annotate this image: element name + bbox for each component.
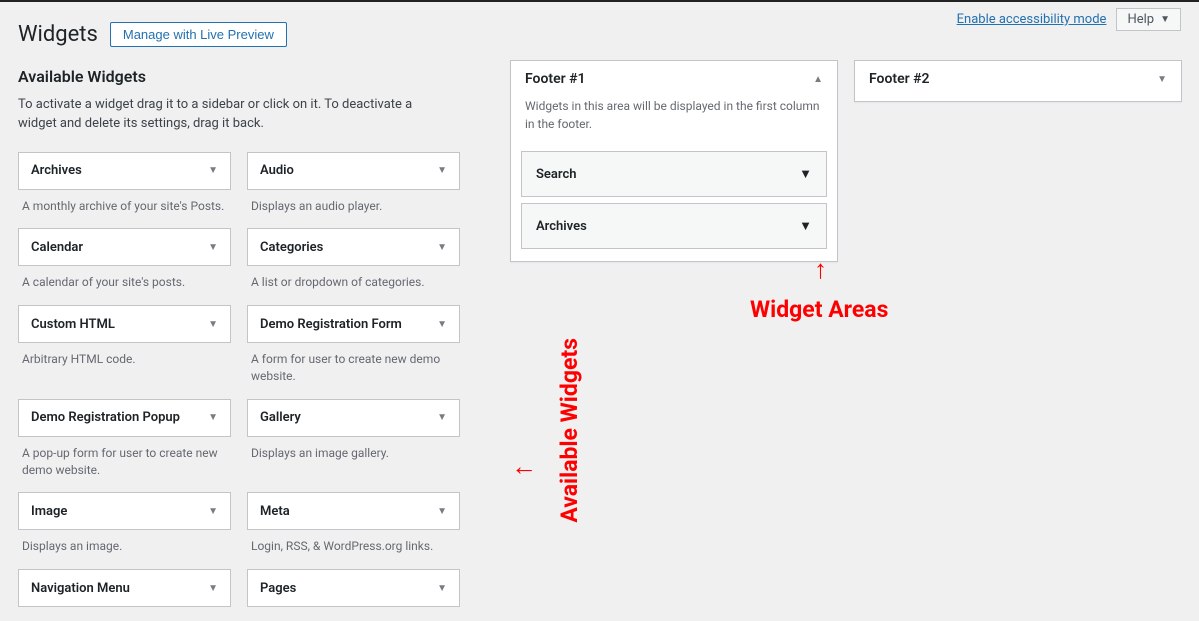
placed-widget-search[interactable]: Search ▼ <box>521 151 827 197</box>
chevron-down-icon: ▼ <box>437 242 447 253</box>
widget-name: Image <box>31 504 67 519</box>
widget-tile-calendar[interactable]: Calendar ▼ <box>18 228 231 266</box>
chevron-down-icon: ▼ <box>799 218 812 234</box>
chevron-down-icon: ▼ <box>1157 74 1167 85</box>
widget-name: Categories <box>260 240 323 255</box>
annotation-arrow-left-icon: ← <box>511 454 537 480</box>
widget-tile-custom-html[interactable]: Custom HTML ▼ <box>18 305 231 343</box>
widget-name: Demo Registration Popup <box>31 410 180 425</box>
screen-meta-links: Enable accessibility mode Help ▼ <box>957 8 1181 31</box>
widget-description: Displays an image gallery. <box>247 437 460 462</box>
widget-name: Archives <box>31 163 82 178</box>
widget-name: Custom HTML <box>31 317 115 332</box>
help-label: Help <box>1127 12 1154 27</box>
available-widgets-grid: Archives ▼ A monthly archive of your sit… <box>18 152 460 621</box>
widget-name: Pages <box>260 581 296 596</box>
chevron-down-icon: ▼ <box>208 242 218 253</box>
available-widgets-panel: Available Widgets To activate a widget d… <box>18 67 460 621</box>
widget-name: Gallery <box>260 410 301 425</box>
chevron-down-icon: ▼ <box>208 412 218 423</box>
widget-description: Displays an image. <box>18 530 231 555</box>
widget-description: Arbitrary HTML code. <box>18 343 231 368</box>
widget-tile-gallery[interactable]: Gallery ▼ <box>247 399 460 437</box>
page-title: Widgets <box>18 22 98 47</box>
widget-description: Displays an audio player. <box>247 190 460 215</box>
widget-tile-demo-registration-popup[interactable]: Demo Registration Popup ▼ <box>18 399 231 437</box>
chevron-down-icon: ▼ <box>208 165 218 176</box>
chevron-down-icon: ▼ <box>799 166 812 182</box>
widget-tile-audio[interactable]: Audio ▼ <box>247 152 460 190</box>
widget-area-footer-1: Footer #1 ▲ Widgets in this area will be… <box>510 60 838 262</box>
widget-name: Meta <box>260 504 290 519</box>
widget-area-items: Search ▼ Archives ▼ <box>511 151 837 261</box>
placed-widget-label: Search <box>536 167 577 182</box>
chevron-down-icon: ▼ <box>208 583 218 594</box>
chevron-down-icon: ▼ <box>437 165 447 176</box>
widget-area-title: Footer #2 <box>869 71 930 87</box>
widget-area-header[interactable]: Footer #2 ▼ <box>855 61 1181 97</box>
widget-description: Login, RSS, & WordPress.org links. <box>247 530 460 555</box>
page-header: Widgets Manage with Live Preview <box>18 22 287 47</box>
widget-tile-navigation-menu[interactable]: Navigation Menu ▼ <box>18 569 231 607</box>
widget-tile-pages[interactable]: Pages ▼ <box>247 569 460 607</box>
widget-name: Calendar <box>31 240 83 255</box>
placed-widget-label: Archives <box>536 219 587 234</box>
widget-name: Navigation Menu <box>31 581 130 596</box>
widget-tile-meta[interactable]: Meta ▼ <box>247 492 460 530</box>
chevron-down-icon: ▼ <box>208 506 218 517</box>
chevron-down-icon: ▼ <box>437 506 447 517</box>
chevron-up-icon: ▲ <box>813 74 823 85</box>
widget-description: A form for user to create new demo websi… <box>247 343 460 385</box>
widget-tile-categories[interactable]: Categories ▼ <box>247 228 460 266</box>
widget-description: A pop-up form for user to create new dem… <box>18 437 231 479</box>
widget-areas-region: Footer #1 ▲ Widgets in this area will be… <box>510 60 1182 262</box>
widget-description: A monthly archive of your site's Posts. <box>18 190 231 215</box>
widget-tile-archives[interactable]: Archives ▼ <box>18 152 231 190</box>
widget-description: A calendar of your site's posts. <box>18 266 231 291</box>
widget-name: Audio <box>260 163 294 178</box>
widget-area-description: Widgets in this area will be displayed i… <box>511 97 837 145</box>
accessibility-mode-link[interactable]: Enable accessibility mode <box>957 12 1107 27</box>
chevron-down-icon: ▼ <box>437 319 447 330</box>
widget-area-header[interactable]: Footer #1 ▲ <box>511 61 837 97</box>
widget-description: A list or dropdown of categories. <box>247 266 460 291</box>
available-widgets-help-text: To activate a widget drag it to a sideba… <box>18 96 438 134</box>
chevron-down-icon: ▼ <box>437 412 447 423</box>
widget-area-title: Footer #1 <box>525 71 586 87</box>
available-widgets-heading: Available Widgets <box>18 67 460 86</box>
widget-name: Demo Registration Form <box>260 317 402 332</box>
chevron-down-icon: ▼ <box>1160 14 1170 25</box>
widget-tile-demo-registration-form[interactable]: Demo Registration Form ▼ <box>247 305 460 343</box>
annotation-widget-areas: Widget Areas <box>750 296 888 323</box>
chevron-down-icon: ▼ <box>437 583 447 594</box>
chevron-down-icon: ▼ <box>208 319 218 330</box>
widget-tile-image[interactable]: Image ▼ <box>18 492 231 530</box>
help-toggle-button[interactable]: Help ▼ <box>1116 8 1181 31</box>
widget-area-footer-2: Footer #2 ▼ <box>854 60 1182 102</box>
annotation-available-widgets: Available Widgets <box>556 338 583 523</box>
manage-live-preview-button[interactable]: Manage with Live Preview <box>110 22 287 47</box>
placed-widget-archives[interactable]: Archives ▼ <box>521 203 827 249</box>
